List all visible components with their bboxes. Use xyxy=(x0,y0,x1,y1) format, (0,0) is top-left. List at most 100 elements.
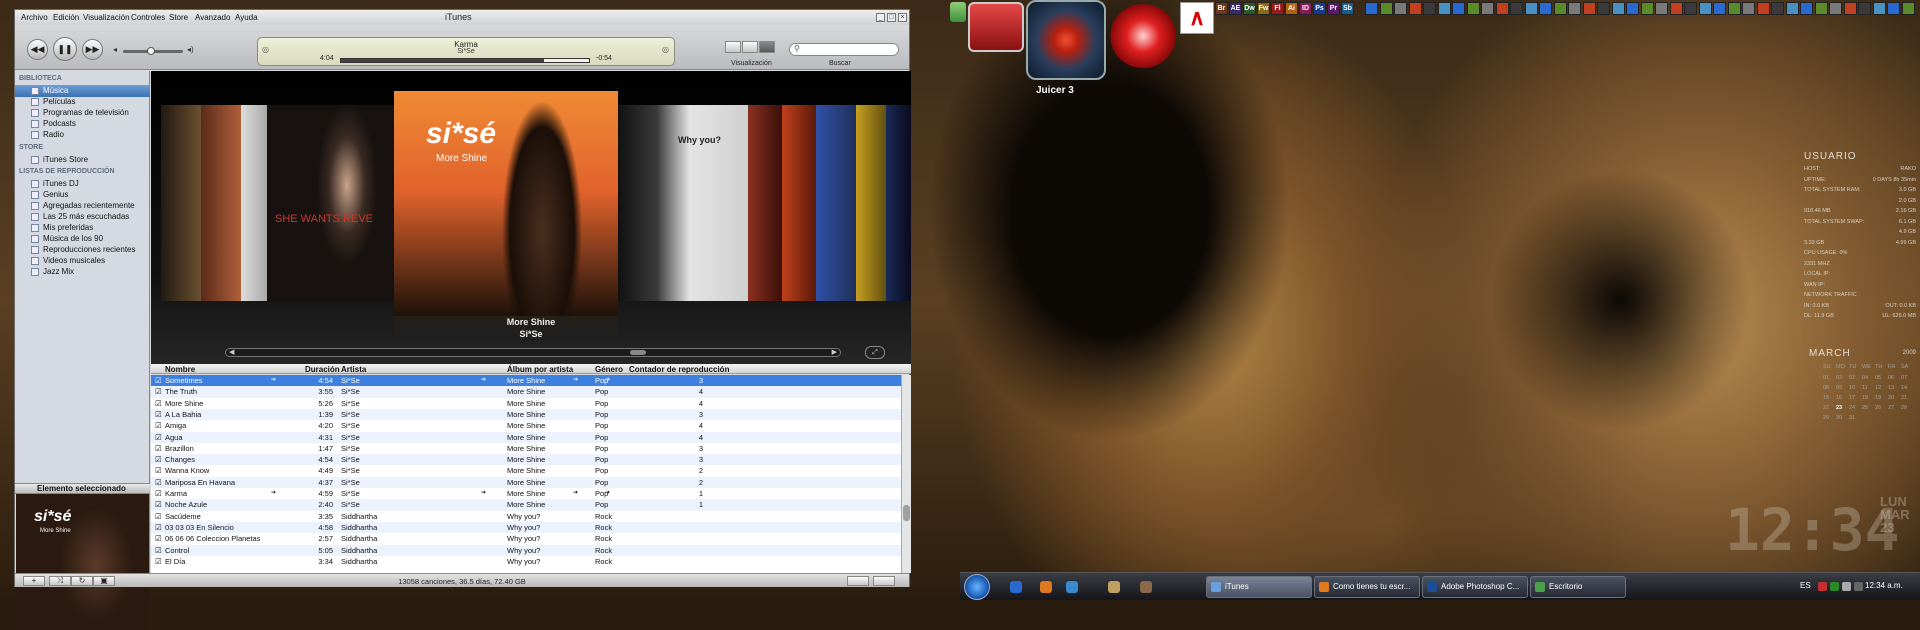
quicklaunch-dw-icon[interactable]: Dw xyxy=(1243,2,1256,15)
menu-controles[interactable]: Controles xyxy=(131,13,165,22)
song-checkbox[interactable]: ☑ xyxy=(155,432,162,443)
calendar-date[interactable]: 31 xyxy=(1849,415,1855,421)
song-checkbox[interactable]: ☑ xyxy=(155,477,162,488)
store-link-arrow-icon[interactable]: ➔ xyxy=(605,488,610,499)
tray-clock[interactable]: 12:34 a.m. xyxy=(1865,581,1903,590)
scroll-right-icon[interactable]: ▶ xyxy=(832,348,837,356)
album-cover[interactable] xyxy=(886,105,911,301)
quicklaunch-app-icon[interactable] xyxy=(1713,2,1726,15)
previous-button[interactable]: ◀◀ xyxy=(27,39,48,60)
table-row[interactable]: ☑ El Día 3:34 Siddhartha Why you? Rock xyxy=(151,556,901,567)
column-genre[interactable]: Género xyxy=(595,365,623,374)
album-cover[interactable] xyxy=(161,105,201,301)
column-album[interactable]: Álbum por artista xyxy=(507,365,573,374)
pause-button[interactable]: ❚❚ xyxy=(53,37,77,61)
calendar-date[interactable]: 08 xyxy=(1823,385,1829,391)
juicer-icon[interactable] xyxy=(1026,0,1106,80)
table-row[interactable]: ☑ 03 03 03 En Silencio 4:58 Siddhartha Why y… xyxy=(151,521,901,534)
quicklaunch-app-icon[interactable] xyxy=(1727,2,1741,15)
quicklaunch-app-icon[interactable] xyxy=(1698,2,1712,15)
table-row[interactable]: ☑ Amiga 4:20 Si*Se More Shine Pop 4 xyxy=(151,420,901,431)
menu-ayuda[interactable]: Ayuda xyxy=(235,13,258,22)
table-row[interactable]: ☑ Mariposa En Havana 4:37 Si*Se More Shine Po… xyxy=(151,476,901,488)
start-button[interactable] xyxy=(964,574,990,600)
calendar-date[interactable]: 21 xyxy=(1901,395,1907,401)
search-input[interactable] xyxy=(789,43,899,56)
current-album-cover[interactable]: si*sé More Shine xyxy=(394,91,618,316)
song-checkbox[interactable]: ☑ xyxy=(155,556,162,567)
quicklaunch-app-icon[interactable] xyxy=(1742,2,1755,15)
table-row[interactable]: ☑ A La Bahia 1:39 Si*Se More Shine Pop 3 xyxy=(151,408,901,421)
quicklaunch-id-icon[interactable]: ID xyxy=(1299,2,1312,15)
table-row[interactable]: ☑◂)Karma4:59Si*SeMore ShinePop1➔➔➔➔ xyxy=(151,488,901,499)
calendar-date[interactable]: 22 xyxy=(1823,405,1829,411)
task-photoshop[interactable]: Adobe Photoshop C... xyxy=(1422,576,1528,598)
calendar-date[interactable]: 26 xyxy=(1875,405,1881,411)
album-cover[interactable]: Why you? xyxy=(618,105,748,301)
album-cover[interactable] xyxy=(201,105,241,301)
quicklaunch-ae-icon[interactable]: AE xyxy=(1229,2,1242,15)
calendar-date[interactable]: 30 xyxy=(1836,415,1842,421)
album-cover[interactable] xyxy=(782,105,816,301)
quicklaunch-app-icon[interactable] xyxy=(1887,2,1900,15)
song-checkbox[interactable]: ☑ xyxy=(155,511,162,522)
app-icon[interactable] xyxy=(1140,581,1152,593)
scroll-thumb[interactable] xyxy=(903,505,910,521)
song-checkbox[interactable]: ☑ xyxy=(155,522,162,533)
quicklaunch-app-icon[interactable] xyxy=(1640,2,1654,15)
calendar-date[interactable]: 28 xyxy=(1901,405,1907,411)
quicklaunch-app-icon[interactable] xyxy=(1771,2,1784,15)
table-row[interactable]: ☑ Brazillon 1:47 Si*Se More Shine Pop 3 xyxy=(151,443,901,454)
quicklaunch-fw-icon[interactable]: Fw xyxy=(1257,2,1270,15)
quicklaunch-app-icon[interactable] xyxy=(1466,2,1480,15)
ie-quicklaunch-icon[interactable] xyxy=(1066,581,1078,593)
calendar-date[interactable]: 29 xyxy=(1823,415,1829,421)
quicklaunch-app-icon[interactable] xyxy=(1408,2,1422,15)
store-link-arrow-icon[interactable]: ➔ xyxy=(271,488,276,499)
adobe-reader-icon[interactable] xyxy=(1110,4,1176,68)
coverflow-view-button[interactable] xyxy=(759,41,775,53)
tray-misc-icon[interactable] xyxy=(1854,582,1863,591)
quicklaunch-app-icon[interactable] xyxy=(1684,2,1697,15)
calendar-date[interactable]: 13 xyxy=(1888,385,1894,391)
album-cover[interactable] xyxy=(748,105,782,301)
quicklaunch-app-icon[interactable] xyxy=(1437,2,1451,15)
store-link-arrow-icon[interactable]: ➔ xyxy=(573,375,578,386)
calendar-date[interactable]: 19 xyxy=(1875,395,1881,401)
genius-icon[interactable]: ◎ xyxy=(662,45,669,54)
column-play-count[interactable]: Contador de reproducción xyxy=(629,365,729,374)
table-row[interactable]: ☑ Sacúdeme 3:35 Siddhartha Why you? Rock xyxy=(151,511,901,522)
burn-disc-button[interactable] xyxy=(847,576,869,586)
table-row[interactable]: ☑ Sometimes 4:54 Si*Se More Shine Pop 3 ➔ ➔ ➔ ➔ xyxy=(151,375,901,387)
quicklaunch-app-icon[interactable] xyxy=(1394,2,1407,15)
calendar-date[interactable]: 12 xyxy=(1875,385,1881,391)
quicklaunch-app-icon[interactable] xyxy=(1510,2,1523,15)
quicklaunch-app-icon[interactable] xyxy=(1568,2,1581,15)
song-checkbox[interactable]: ☑ xyxy=(155,488,162,499)
tray-app-icon[interactable] xyxy=(1818,582,1827,591)
calendar-date[interactable]: 02 xyxy=(1836,375,1842,381)
menu-archivo[interactable]: Archivo xyxy=(21,13,48,22)
calendar-date[interactable]: 17 xyxy=(1849,395,1855,401)
list-view-button[interactable] xyxy=(725,41,741,53)
quicklaunch-app-icon[interactable] xyxy=(1901,2,1915,15)
column-artist[interactable]: Artista xyxy=(341,365,366,374)
calendar-date[interactable]: 09 xyxy=(1836,385,1842,391)
scroll-left-icon[interactable]: ◀ xyxy=(229,348,234,356)
quicklaunch-app-icon[interactable] xyxy=(1814,2,1828,15)
quicklaunch-app-icon[interactable] xyxy=(1495,2,1509,15)
song-checkbox[interactable]: ☑ xyxy=(155,454,162,465)
tray-network-icon[interactable] xyxy=(1830,582,1839,591)
firefox-icon[interactable] xyxy=(1040,581,1052,593)
quicklaunch-app-icon[interactable] xyxy=(1655,2,1668,15)
table-row[interactable]: ☑ Wanna Know 4:49 Si*Se More Shine Pop 2 xyxy=(151,465,901,476)
table-row[interactable]: ☑ 06 06 06 Coleccion Planetas 2:57 Siddhart… xyxy=(151,533,901,544)
quicklaunch-app-icon[interactable] xyxy=(1582,2,1596,15)
song-checkbox[interactable]: ☑ xyxy=(155,398,162,409)
quicklaunch-app-icon[interactable] xyxy=(1365,2,1378,15)
close-button[interactable]: × xyxy=(898,13,907,22)
quicklaunch-sb-icon[interactable]: Sb xyxy=(1341,2,1354,15)
store-link-arrow-icon[interactable]: ➔ xyxy=(271,375,276,386)
miniplayer-button[interactable] xyxy=(873,576,895,586)
quicklaunch-app-icon[interactable] xyxy=(1597,2,1610,15)
